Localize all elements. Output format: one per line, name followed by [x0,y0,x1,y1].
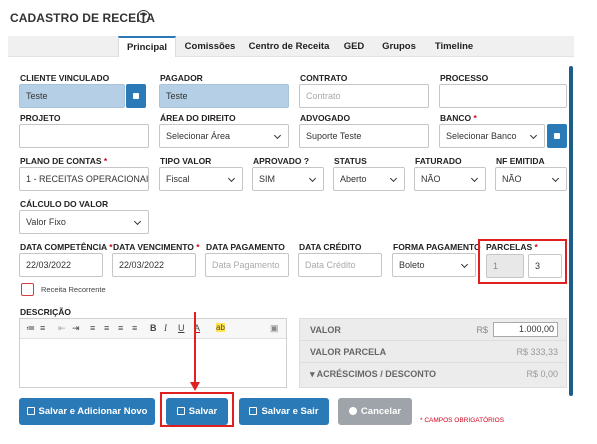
forma-pagamento-label: FORMA PAGAMENTO [393,242,481,252]
data-competencia-label: DATA COMPETÊNCIA * [20,242,113,252]
outdent-icon[interactable]: ⇤ [58,323,66,334]
cliente-label: CLIENTE VINCULADO [20,73,110,83]
cancel-icon [348,407,357,415]
nf-emitida-select[interactable]: NÃO [495,167,567,191]
underline-icon[interactable]: U [178,323,185,333]
numbered-list-icon[interactable]: ≡ [40,323,45,333]
save-icon [249,407,258,415]
align-center-icon[interactable]: ≡ [104,323,109,333]
contrato-label: CONTRATO [300,73,348,83]
align-left-icon[interactable]: ≡ [90,323,95,333]
aprovado-select[interactable]: SIM [252,167,324,191]
forma-pagamento-select[interactable]: Boleto [392,253,476,277]
editor-toolbar: ≔ ≡ ⇤ ⇥ ≡ ≡ ≡ ≡ B I U A ab ▣ [20,319,286,339]
contrato-field[interactable]: Contrato [299,84,429,108]
processo-label: PROCESSO [440,73,489,83]
valor-label: VALOR [310,325,341,335]
receita-recorrente-label: Receita Recorrente [41,285,106,294]
plano-field[interactable]: 1 - RECEITAS OPERACIONAI [19,167,149,191]
parcelas-total-field[interactable]: 3 [528,254,562,278]
calculo-select[interactable]: Valor Fixo [19,210,149,234]
projeto-field[interactable] [19,124,149,148]
projeto-label: PROJETO [20,113,61,123]
processo-field[interactable] [439,84,567,108]
data-credito-field[interactable]: Data Crédito [298,253,382,277]
summary-panel: VALOR R$ 1.000,00 VALOR PARCELA R$ 333,3… [299,318,567,388]
aprovado-label: APROVADO ? [253,156,310,166]
tipo-valor-select[interactable]: Fiscal [159,167,243,191]
tab-comissoes[interactable]: Comissões [180,36,240,57]
data-pagamento-field[interactable]: Data Pagamento [205,253,289,277]
area-select[interactable]: Selecionar Área [159,124,289,148]
data-vencimento-label: DATA VENCIMENTO * [113,242,200,252]
salvar-sair-label: Salvar e Sair [261,406,319,417]
bullet-list-icon[interactable]: ≔ [26,323,35,334]
area-label: ÁREA DO DIREITO [160,113,236,123]
tab-bar: Principal Comissões Centro de Receita GE… [8,36,574,57]
acrescimos-row[interactable]: ▾ ACRÉSCIMOS / DESCONTO R$ 0,00 [300,363,566,385]
banco-add-button[interactable] [547,124,567,148]
annotation-arrow-line [194,312,196,384]
cliente-add-button[interactable] [126,84,146,108]
parcela-atual-field: 1 [486,254,524,278]
nf-emitida-label: NF EMITIDA [496,156,545,166]
tab-principal[interactable]: Principal [118,36,176,57]
receita-recorrente-checkbox[interactable] [21,283,34,296]
valor-parcela-row: VALOR PARCELA R$ 333,33 [300,341,566,363]
help-icon[interactable]: ? [137,10,150,23]
source-icon[interactable]: ▣ [270,323,279,334]
salvar-button[interactable]: Salvar [166,398,228,425]
valor-parcela-label: VALOR PARCELA [310,347,387,357]
data-credito-label: DATA CRÉDITO [299,242,362,252]
salvar-sair-button[interactable]: Salvar e Sair [239,398,329,425]
annotation-arrow-head [190,382,200,391]
pagador-field[interactable]: Teste [159,84,289,108]
bold-icon[interactable]: B [150,323,157,333]
faturado-label: FATURADO [415,156,462,166]
align-justify-icon[interactable]: ≡ [132,323,137,333]
valor-input[interactable]: 1.000,00 [493,322,558,337]
tab-ged[interactable]: GED [338,36,370,57]
acrescimos-value: R$ 0,00 [526,369,558,379]
save-icon [26,407,35,415]
tab-centro-de-receita[interactable]: Centro de Receita [246,36,332,57]
status-select[interactable]: Aberto [333,167,405,191]
advogado-label: ADVOGADO [300,113,351,123]
parcelas-label: PARCELAS * [486,242,538,252]
data-vencimento-field[interactable]: 22/03/2022 [112,253,196,277]
page-title: CADASTRO DE RECEITA [10,11,156,25]
pagador-label: PAGADOR [160,73,203,83]
valor-parcela-value: R$ 333,33 [516,347,558,357]
tipo-valor-label: TIPO VALOR [160,156,212,166]
cancelar-button[interactable]: Cancelar [338,398,412,425]
advogado-field[interactable]: Suporte Teste [299,124,429,148]
highlight-icon[interactable]: ab [216,323,225,332]
salvar-adicionar-novo-button[interactable]: Salvar e Adicionar Novo [19,398,155,425]
faturado-select[interactable]: NÃO [414,167,486,191]
cancelar-label: Cancelar [360,406,402,417]
data-pagamento-label: DATA PAGAMENTO [206,242,285,252]
save-icon [176,407,185,415]
banco-select[interactable]: Selecionar Banco [439,124,545,148]
descricao-label: DESCRIÇÃO [20,307,72,317]
tab-timeline[interactable]: Timeline [428,36,480,57]
required-fields-note: * CAMPOS OBRIGATÓRIOS [420,417,505,424]
data-competencia-field[interactable]: 22/03/2022 [19,253,103,277]
italic-icon[interactable]: I [164,323,167,333]
plano-label: PLANO DE CONTAS * [20,156,108,166]
acrescimos-label[interactable]: ▾ ACRÉSCIMOS / DESCONTO [310,369,436,380]
scrollbar[interactable] [569,66,573,396]
valor-row: VALOR R$ 1.000,00 [300,319,566,341]
indent-icon[interactable]: ⇥ [72,323,80,334]
salvar-label: Salvar [188,406,218,417]
currency-symbol: R$ [476,325,488,335]
tab-grupos[interactable]: Grupos [376,36,422,57]
status-label: STATUS [334,156,367,166]
align-right-icon[interactable]: ≡ [118,323,123,333]
descricao-editor[interactable]: ≔ ≡ ⇤ ⇥ ≡ ≡ ≡ ≡ B I U A ab ▣ [19,318,287,388]
salvar-adicionar-novo-label: Salvar e Adicionar Novo [38,406,148,417]
banco-label: BANCO * [440,113,477,123]
cliente-field[interactable]: Teste [19,84,125,108]
calculo-label: CÁLCULO DO VALOR [20,199,109,209]
